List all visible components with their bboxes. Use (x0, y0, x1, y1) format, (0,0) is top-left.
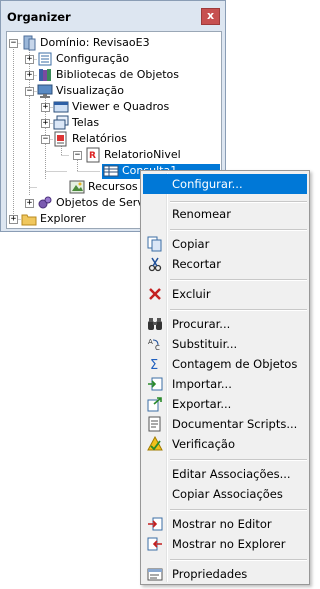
copy-icon (147, 236, 163, 252)
menu-item-label: Copiar Associações (172, 487, 283, 501)
tree-node-dominio[interactable]: Domínio: RevisaoE3 (40, 35, 150, 51)
menu-item-excluir[interactable]: Excluir (143, 284, 307, 304)
menu-item-substituir[interactable]: AC Substituir... (143, 334, 307, 354)
menu-item-documentar[interactable]: Documentar Scripts... (143, 414, 307, 434)
menu-separator (170, 309, 307, 311)
menu-item-label: Documentar Scripts... (172, 417, 298, 431)
tree-node-bibliotecas[interactable]: Bibliotecas de Objetos (56, 67, 179, 83)
svg-text:Σ: Σ (150, 358, 158, 372)
menu-item-label: Importar... (172, 377, 232, 391)
query-icon (103, 163, 119, 179)
menu-separator (170, 559, 307, 561)
monitor-icon (37, 83, 53, 99)
menu-item-label: Mostrar no Editor (172, 517, 272, 531)
menu-item-label: Editar Associações... (172, 467, 291, 481)
report-icon: R (85, 147, 101, 163)
cut-icon (147, 256, 163, 272)
menu-separator (170, 279, 307, 281)
menu-item-label: Copiar (172, 237, 210, 251)
menu-item-label: Renomear (172, 207, 231, 221)
menu-item-copiar[interactable]: Copiar (143, 234, 307, 254)
menu-item-label: Excluir (172, 287, 211, 301)
show-editor-icon (147, 516, 163, 532)
menu-item-recortar[interactable]: Recortar (143, 254, 307, 274)
tree-node-relatorionivel[interactable]: RelatorioNivel (104, 147, 181, 163)
menu-item-copiar-associacoes[interactable]: Copiar Associações (143, 484, 307, 504)
tree-node-telas[interactable]: Telas (72, 115, 99, 131)
expand-button[interactable]: + (25, 199, 34, 208)
collapse-button[interactable]: − (25, 87, 34, 96)
collapse-button[interactable]: − (73, 151, 82, 160)
menu-separator (170, 229, 307, 231)
export-icon (147, 396, 163, 412)
server-objects-icon (37, 195, 53, 211)
library-icon (37, 67, 53, 83)
menu-item-label: Procurar... (172, 317, 231, 331)
domain-icon (21, 35, 37, 51)
context-menu: Configurar... Renomear Copiar Recortar E… (140, 170, 310, 585)
menu-item-label: Mostrar no Explorer (172, 537, 286, 551)
screens-icon (53, 115, 69, 131)
menu-item-renomear[interactable]: Renomear (143, 204, 307, 224)
verify-icon (147, 435, 163, 452)
menu-item-label: Exportar... (172, 397, 232, 411)
document-scripts-icon (147, 416, 163, 432)
menu-item-label: Substituir... (172, 337, 238, 351)
expand-button[interactable]: + (41, 103, 50, 112)
collapse-button[interactable]: − (41, 135, 50, 144)
delete-icon (147, 286, 163, 302)
collapse-button[interactable]: − (9, 39, 18, 48)
config-icon (37, 51, 53, 67)
menu-item-label: Recortar (172, 257, 221, 271)
menu-item-verificacao[interactable]: Verificação (143, 434, 307, 454)
replace-icon: AC (147, 336, 163, 352)
tree-node-visualizacao[interactable]: Visualização (56, 83, 124, 99)
menu-item-mostrar-editor[interactable]: Mostrar no Editor (143, 514, 307, 534)
menu-item-procurar[interactable]: Procurar... (143, 314, 307, 334)
svg-text:C: C (155, 344, 160, 352)
menu-separator (170, 459, 307, 461)
expand-button[interactable]: + (41, 119, 50, 128)
expand-button[interactable]: + (9, 215, 18, 224)
panel-title: Organizer (7, 10, 71, 24)
tree-node-configuracao[interactable]: Configuração (56, 51, 129, 67)
tree-node-recursos[interactable]: Recursos (88, 179, 138, 195)
expand-button[interactable]: + (25, 55, 34, 64)
import-icon (147, 376, 163, 392)
binoculars-icon (147, 316, 163, 332)
viewer-icon (53, 99, 69, 115)
reports-icon (53, 131, 69, 147)
tree-node-explorer[interactable]: Explorer (40, 211, 86, 227)
menu-item-importar[interactable]: Importar... (143, 374, 307, 394)
menu-item-label: Configurar... (172, 177, 243, 191)
menu-item-label: Verificação (172, 437, 235, 451)
resources-icon (69, 179, 85, 195)
menu-separator (170, 509, 307, 511)
menu-item-editar-associacoes[interactable]: Editar Associações... (143, 464, 307, 484)
menu-item-label: Propriedades (172, 567, 248, 581)
expand-button[interactable]: + (25, 71, 34, 80)
close-button[interactable]: x (201, 8, 220, 25)
show-explorer-icon (147, 536, 163, 552)
menu-item-exportar[interactable]: Exportar... (143, 394, 307, 414)
tree-node-viewer[interactable]: Viewer e Quadros (72, 99, 169, 115)
menu-item-configurar[interactable]: Configurar... (143, 174, 307, 194)
sigma-icon: Σ (147, 356, 163, 373)
tree-node-relatorios[interactable]: Relatórios (72, 131, 127, 147)
menu-item-contagem[interactable]: Σ Contagem de Objetos (143, 354, 307, 374)
folder-icon (21, 211, 37, 227)
menu-item-label: Contagem de Objetos (172, 357, 298, 371)
svg-text:R: R (89, 151, 96, 161)
properties-icon (147, 566, 163, 582)
menu-separator (170, 201, 307, 203)
menu-item-mostrar-explorer[interactable]: Mostrar no Explorer (143, 534, 307, 554)
svg-text:A: A (148, 338, 153, 346)
menu-item-propriedades[interactable]: Propriedades (143, 564, 307, 584)
